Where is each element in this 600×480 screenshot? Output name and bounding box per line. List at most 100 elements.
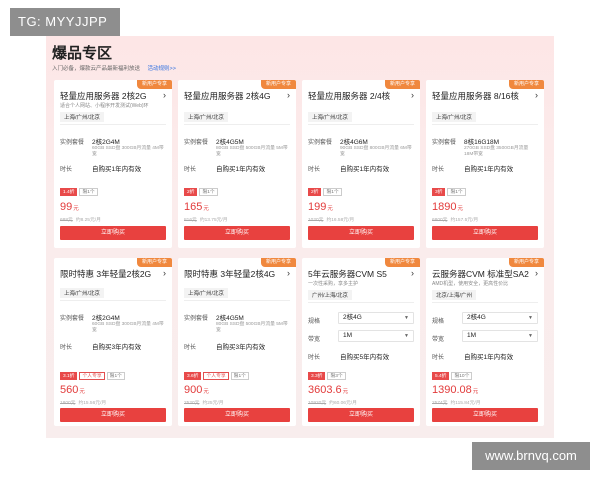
buy-now-button[interactable]: 立即购买: [308, 226, 414, 240]
discount-tag: 2折: [308, 188, 322, 196]
price-value: 1890: [432, 201, 457, 213]
discount-tags: 1.4折 限1个: [60, 188, 100, 196]
price-unit: 元: [203, 389, 209, 395]
duration-label: 时长: [184, 345, 197, 351]
package-value[interactable]: 2核4G5M: [216, 136, 244, 146]
chevron-right-icon[interactable]: ›: [163, 90, 166, 100]
buy-now-button[interactable]: 立即购买: [184, 226, 290, 240]
buy-now-button[interactable]: 立即购买: [184, 408, 290, 422]
original-price-value: 6800元: [432, 218, 448, 223]
duration-label: 时长: [308, 167, 321, 173]
price-unit: 元: [73, 206, 79, 212]
chevron-right-icon[interactable]: ›: [535, 90, 538, 100]
divider: [184, 300, 290, 301]
new-user-badge: 新用户专享: [384, 258, 420, 267]
original-price: 2574元 约115.84元/月: [432, 399, 481, 406]
spec-select-value: 2核4G: [467, 314, 486, 321]
price: 1390.08元: [432, 384, 478, 396]
monthly-price-note: 约15.56元/月: [78, 401, 107, 406]
buy-now-button[interactable]: 立即购买: [308, 408, 414, 422]
new-user-badge: 新用户专享: [260, 258, 296, 267]
hot-products-panel: 爆品专区 入门必备，爆款云产品最新福利放送 活动规则>> 新用户专享 轻量应用服…: [46, 36, 554, 438]
original-price: 1020元 约16.58元/月: [308, 216, 354, 223]
package-spec: 60GB SSD盘 300GB月流量 4M带宽: [92, 322, 164, 333]
product-title[interactable]: 轻量应用服务器 2/4核: [308, 90, 414, 102]
activity-rules-link[interactable]: 活动规则>>: [148, 66, 176, 72]
region-label: 上海/广州/北京: [308, 112, 353, 122]
product-title[interactable]: 轻量应用服务器 2核4G: [184, 90, 290, 102]
chevron-right-icon[interactable]: ›: [163, 268, 166, 278]
price-value: 199: [308, 201, 327, 213]
product-title[interactable]: 5年云服务器CVM S5: [308, 268, 414, 280]
chevron-right-icon[interactable]: ›: [287, 268, 290, 278]
discount-tag: 2折: [184, 188, 198, 196]
discount-tag: 3.3折: [308, 372, 326, 380]
bandwidth-label: 带宽: [432, 337, 445, 343]
original-price-value: 688元: [60, 218, 73, 223]
monthly-price-note: 约13.75元/月: [199, 218, 228, 223]
package-value[interactable]: 2核2G4M: [92, 312, 120, 322]
original-price: 816元 约13.75元/月: [184, 216, 228, 223]
discount-tag: 1.4折: [60, 188, 78, 196]
package-value[interactable]: 2核4G5M: [216, 312, 244, 322]
price: 165元: [184, 201, 209, 213]
chevron-right-icon[interactable]: ›: [411, 90, 414, 100]
panel-title: 爆品专区: [52, 45, 113, 62]
watermark-top-left: TG: MYYJJPP: [10, 8, 120, 36]
original-price-value: 1800元: [60, 401, 76, 406]
buy-now-button[interactable]: 立即购买: [432, 226, 538, 240]
spec-select-value: 2核4G: [343, 314, 362, 321]
price-unit: 元: [327, 206, 333, 212]
product-card: 新用户专享 轻量应用服务器 8/16核 › 上海/广州/北京 实例套餐 8核16…: [426, 80, 544, 248]
price-unit: 元: [457, 206, 463, 212]
price-unit: 元: [79, 389, 85, 395]
new-user-badge: 新用户专享: [508, 80, 544, 89]
product-title[interactable]: 限时特惠 3年轻量2核4G: [184, 268, 290, 280]
price: 1890元: [432, 201, 463, 213]
limit-tag: 限1个: [230, 372, 249, 380]
limit-tag: 限1个: [323, 188, 342, 196]
buy-now-button[interactable]: 立即购买: [432, 408, 538, 422]
product-desc: 适合个人网站、小程序开发测试(Web)环: [60, 103, 149, 109]
spec-select[interactable]: 2核4G ▼: [462, 312, 538, 324]
region-label: 上海/广州/北京: [60, 288, 105, 298]
package-label: 实例套餐: [308, 140, 333, 146]
original-price-value: 10920元: [308, 401, 327, 406]
monthly-price-note: 约157.5元/月: [450, 218, 479, 223]
product-title[interactable]: 限时特惠 3年轻量2核2G: [60, 268, 166, 280]
duration-label: 时长: [308, 355, 321, 361]
buy-now-button[interactable]: 立即购买: [60, 226, 166, 240]
product-desc: 一次性采购，享多主护: [308, 281, 359, 287]
product-title[interactable]: 轻量应用服务器 2核2G: [60, 90, 166, 102]
product-title[interactable]: 轻量应用服务器 8/16核: [432, 90, 538, 102]
package-spec: 270GB SSD盘 3500GB月流量 18M带宽: [464, 146, 529, 157]
chevron-right-icon[interactable]: ›: [411, 268, 414, 278]
price-value: 99: [60, 201, 73, 213]
spec-select[interactable]: 2核4G ▼: [338, 312, 414, 324]
bandwidth-select-value: 1M: [467, 332, 477, 339]
bandwidth-select[interactable]: 1M ▼: [462, 330, 538, 342]
product-title[interactable]: 云服务器CVM 标准型SA2: [432, 268, 538, 280]
divider: [308, 124, 414, 125]
duration-label: 时长: [432, 167, 445, 173]
package-value[interactable]: 2核2G4M: [92, 136, 120, 146]
region-label: 北京/上海/广州: [432, 290, 477, 300]
chevron-right-icon[interactable]: ›: [287, 90, 290, 100]
package-value[interactable]: 8核16G18M: [464, 136, 499, 146]
price: 900元: [184, 384, 209, 396]
discount-tag: 3折: [432, 188, 446, 196]
buy-now-button[interactable]: 立即购买: [60, 408, 166, 422]
duration-label: 时长: [184, 167, 197, 173]
new-user-badge: 新用户专享: [384, 80, 420, 89]
monthly-price-note: 约16.58元/月: [326, 218, 355, 223]
bandwidth-select[interactable]: 1M ▼: [338, 330, 414, 342]
duration-value: 自购买1年内有效: [464, 354, 514, 361]
package-value[interactable]: 2核4G6M: [340, 136, 368, 146]
discount-tag: 3.6折: [184, 372, 202, 380]
monthly-price-note: 约115.84元/月: [450, 401, 481, 406]
new-user-badge: 新用户专享: [508, 258, 544, 267]
chevron-right-icon[interactable]: ›: [535, 268, 538, 278]
divider: [308, 302, 414, 303]
region-label: 上海/广州/北京: [60, 112, 105, 122]
personal-tag: 个人专享: [79, 372, 105, 380]
